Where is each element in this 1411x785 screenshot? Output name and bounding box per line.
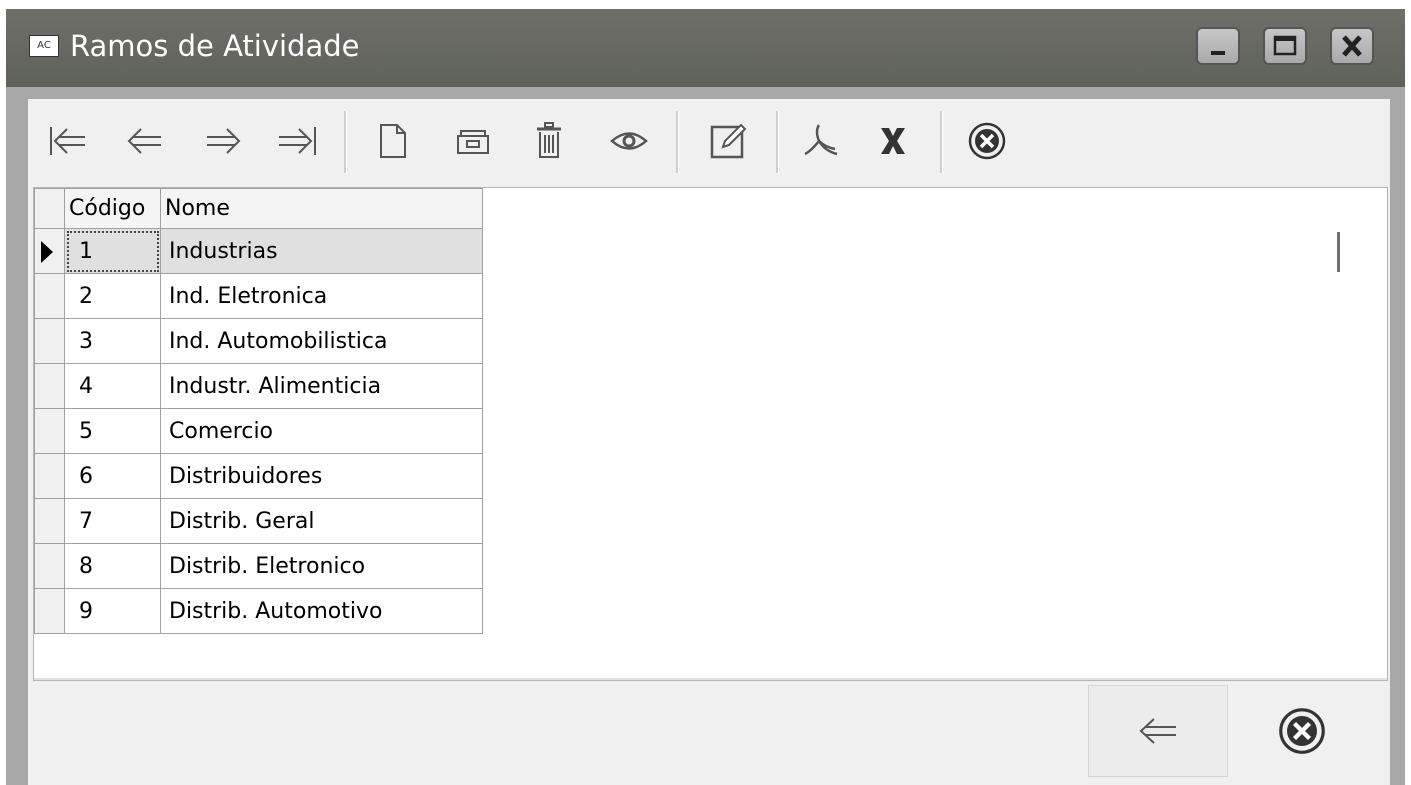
row-indicator[interactable] bbox=[34, 408, 65, 454]
cell-nome[interactable]: Ind. Eletronica bbox=[160, 273, 483, 319]
cell-codigo[interactable]: 7 bbox=[64, 498, 161, 544]
excel-icon bbox=[881, 128, 905, 154]
close-icon bbox=[1279, 708, 1325, 754]
toolbar-separator bbox=[676, 111, 679, 173]
view-record-button[interactable] bbox=[602, 113, 656, 169]
back-button[interactable] bbox=[1088, 685, 1228, 777]
window-close-button[interactable] bbox=[1330, 27, 1374, 65]
grid-bottom-border bbox=[34, 678, 1387, 680]
close-form-button[interactable] bbox=[960, 113, 1014, 169]
toolbar-separator bbox=[344, 111, 347, 173]
last-icon bbox=[279, 127, 316, 155]
app-icon: AC bbox=[29, 35, 59, 57]
next-record-button[interactable] bbox=[196, 113, 250, 169]
cell-codigo[interactable]: 9 bbox=[64, 588, 161, 634]
table-row[interactable]: 6 Distribuidores bbox=[34, 453, 483, 499]
table-row[interactable]: 4 Industr. Alimenticia bbox=[34, 363, 483, 409]
cell-nome[interactable]: Distrib. Automotivo bbox=[160, 588, 483, 634]
next-icon bbox=[207, 128, 241, 154]
data-grid[interactable]: Código Nome 1 Industrias 2 Ind. Eletroni… bbox=[33, 187, 1388, 681]
row-indicator[interactable] bbox=[34, 273, 65, 319]
cell-nome[interactable]: Distrib. Eletronico bbox=[160, 543, 483, 589]
table-row[interactable]: 9 Distrib. Automotivo bbox=[34, 588, 483, 634]
first-icon bbox=[50, 127, 85, 155]
records-table: Código Nome 1 Industrias 2 Ind. Eletroni… bbox=[34, 188, 483, 634]
cell-codigo[interactable]: 8 bbox=[64, 543, 161, 589]
close-icon bbox=[968, 122, 1006, 160]
cell-nome[interactable]: Distribuidores bbox=[160, 453, 483, 499]
new-record-button[interactable] bbox=[366, 113, 420, 169]
vertical-scrollbar-thumb[interactable] bbox=[1337, 232, 1340, 272]
minimize-icon bbox=[1211, 51, 1225, 55]
cell-codigo[interactable]: 4 bbox=[64, 363, 161, 409]
export-pdf-button[interactable] bbox=[794, 113, 848, 169]
row-indicator[interactable] bbox=[34, 363, 65, 409]
row-indicator[interactable] bbox=[34, 543, 65, 589]
cell-nome[interactable]: Ind. Automobilistica bbox=[160, 318, 483, 364]
back-arrow-icon bbox=[1139, 718, 1176, 744]
table-header-row: Código Nome bbox=[34, 188, 483, 229]
toolbar-separator bbox=[776, 111, 779, 173]
title-bar[interactable]: AC Ramos de Atividade bbox=[6, 9, 1405, 87]
app-window: AC Ramos de Atividade Código Nome 1 Indu… bbox=[6, 9, 1405, 785]
last-record-button[interactable] bbox=[272, 113, 326, 169]
minimize-button[interactable] bbox=[1196, 27, 1240, 65]
window-title: Ramos de Atividade bbox=[70, 29, 360, 63]
prior-record-button[interactable] bbox=[118, 113, 172, 169]
exit-button[interactable] bbox=[1232, 685, 1372, 777]
open-record-button[interactable] bbox=[446, 113, 500, 169]
maximize-icon bbox=[1273, 35, 1297, 56]
cell-nome[interactable]: Industrias bbox=[160, 228, 483, 274]
table-row[interactable]: 7 Distrib. Geral bbox=[34, 498, 483, 544]
cell-codigo[interactable]: 3 bbox=[64, 318, 161, 364]
cell-nome[interactable]: Comercio bbox=[160, 408, 483, 454]
maximize-button[interactable] bbox=[1263, 27, 1307, 65]
table-row[interactable]: 2 Ind. Eletronica bbox=[34, 273, 483, 319]
pdf-icon bbox=[804, 124, 838, 156]
cell-nome[interactable]: Distrib. Geral bbox=[160, 498, 483, 544]
table-row[interactable]: 1 Industrias bbox=[34, 228, 483, 274]
open-icon bbox=[457, 130, 489, 154]
close-x-icon bbox=[1342, 35, 1362, 57]
toolbar-separator bbox=[940, 111, 943, 173]
row-indicator[interactable] bbox=[34, 498, 65, 544]
first-record-button[interactable] bbox=[40, 113, 94, 169]
export-excel-button[interactable] bbox=[866, 113, 920, 169]
footer-bar bbox=[28, 681, 1390, 785]
toolbar bbox=[28, 99, 1390, 184]
table-row[interactable]: 3 Ind. Automobilistica bbox=[34, 318, 483, 364]
cell-nome[interactable]: Industr. Alimenticia bbox=[160, 363, 483, 409]
row-indicator[interactable] bbox=[34, 453, 65, 499]
indicator-header bbox=[34, 188, 65, 229]
table-row[interactable]: 5 Comercio bbox=[34, 408, 483, 454]
row-indicator[interactable] bbox=[34, 228, 65, 274]
view-icon bbox=[610, 132, 648, 150]
cell-codigo[interactable]: 1 bbox=[64, 228, 161, 274]
table-row[interactable]: 8 Distrib. Eletronico bbox=[34, 543, 483, 589]
client-area: Código Nome 1 Industrias 2 Ind. Eletroni… bbox=[28, 99, 1390, 785]
prior-icon bbox=[127, 128, 161, 154]
current-row-arrow-icon bbox=[41, 241, 53, 263]
cell-codigo[interactable]: 6 bbox=[64, 453, 161, 499]
new-document-icon bbox=[380, 124, 406, 158]
delete-record-button[interactable] bbox=[522, 113, 576, 169]
edit-icon bbox=[710, 123, 747, 159]
column-header-nome[interactable]: Nome bbox=[160, 188, 483, 229]
row-indicator[interactable] bbox=[34, 588, 65, 634]
edit-record-button[interactable] bbox=[702, 113, 756, 169]
cell-codigo[interactable]: 2 bbox=[64, 273, 161, 319]
cell-codigo[interactable]: 5 bbox=[64, 408, 161, 454]
row-indicator[interactable] bbox=[34, 318, 65, 364]
column-header-codigo[interactable]: Código bbox=[64, 188, 161, 229]
delete-icon bbox=[537, 122, 561, 158]
